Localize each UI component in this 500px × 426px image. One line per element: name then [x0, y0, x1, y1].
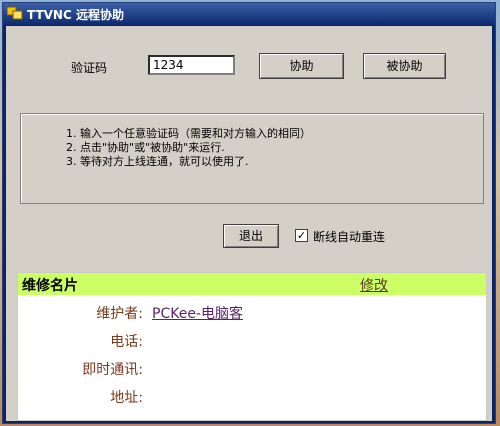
- instructions-panel: 1. 输入一个任意验证码（需要和对方输入的相同） 2. 点击"协助"或"被协助"…: [20, 113, 484, 204]
- app-window: TTVNC 远程协助 验证码 协助 被协助 1. 输入一个任意验证码（需要和对方…: [2, 2, 496, 424]
- exit-button[interactable]: 退出: [223, 224, 279, 248]
- im-label: 即时通讯:: [82, 362, 143, 378]
- auto-reconnect-label[interactable]: 断线自动重连: [313, 228, 385, 245]
- assist-button[interactable]: 协助: [259, 53, 344, 79]
- be-assisted-button[interactable]: 被协助: [363, 53, 446, 79]
- auto-reconnect-option[interactable]: ✓ 断线自动重连: [293, 226, 421, 246]
- app-icon: [7, 6, 23, 20]
- verification-code-input[interactable]: [148, 55, 235, 75]
- maintainer-label: 维护者:: [96, 306, 143, 322]
- title-bar[interactable]: TTVNC 远程协助: [3, 3, 495, 25]
- client-area: 验证码 协助 被协助 1. 输入一个任意验证码（需要和对方输入的相同） 2. 点…: [6, 26, 492, 421]
- maintainer-link[interactable]: PCKee-电脑客: [152, 303, 243, 323]
- phone-label: 电话:: [110, 334, 143, 350]
- maintenance-card: 维修名片 修改 维护者: PCKee-电脑客 电话: 即时通讯: 地址:: [17, 272, 487, 421]
- window-title: TTVNC 远程协助: [27, 8, 124, 22]
- card-title: 维修名片: [22, 278, 78, 294]
- auto-reconnect-checkbox[interactable]: ✓: [295, 229, 308, 242]
- code-label-box: 验证码: [71, 59, 139, 75]
- address-label: 地址:: [110, 390, 143, 406]
- card-header: 维修名片 修改: [18, 273, 486, 295]
- instruction-line: 3. 等待对方上线连通，就可以使用了.: [66, 155, 249, 168]
- code-label: 验证码: [71, 61, 108, 75]
- edit-link[interactable]: 修改: [360, 275, 388, 295]
